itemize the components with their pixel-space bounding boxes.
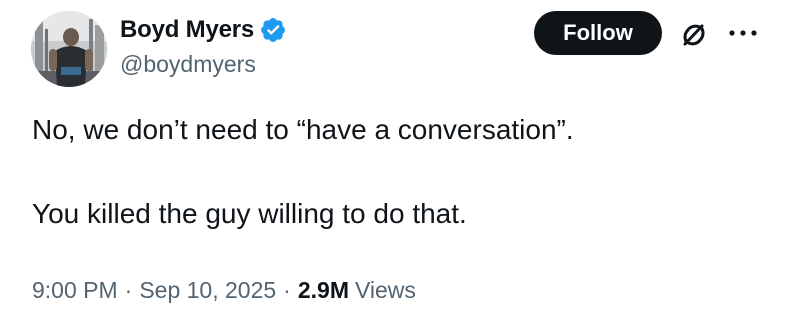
- grok-icon[interactable]: [677, 18, 711, 52]
- avatar[interactable]: [31, 11, 107, 87]
- follow-button[interactable]: Follow: [534, 11, 662, 55]
- tweet-text-line: You killed the guy willing to do that.: [32, 198, 467, 229]
- tweet-card: Boyd Myers @boydmyers Follow No, we don’…: [0, 0, 792, 324]
- views-count[interactable]: 2.9M: [298, 277, 349, 304]
- more-icon[interactable]: [728, 26, 758, 40]
- avatar-image: [31, 11, 107, 87]
- tweet-date[interactable]: Sep 10, 2025: [139, 277, 276, 304]
- views-label: Views: [354, 277, 416, 303]
- author-handle[interactable]: @boydmyers: [120, 51, 287, 78]
- author-info: Boyd Myers @boydmyers: [120, 14, 287, 78]
- tweet-meta: 9:00 PM · Sep 10, 2025 · 2.9M Views: [32, 277, 416, 304]
- verified-badge-icon[interactable]: [259, 16, 287, 44]
- author-name-row: Boyd Myers: [120, 14, 287, 46]
- meta-separator: ·: [124, 277, 133, 303]
- author-display-name[interactable]: Boyd Myers: [120, 16, 254, 44]
- tweet-time[interactable]: 9:00 PM: [32, 277, 118, 304]
- meta-separator: ·: [283, 277, 291, 303]
- tweet-text: No, we don’t need to “have a conversatio…: [32, 111, 772, 232]
- tweet-text-line: No, we don’t need to “have a conversatio…: [32, 114, 574, 145]
